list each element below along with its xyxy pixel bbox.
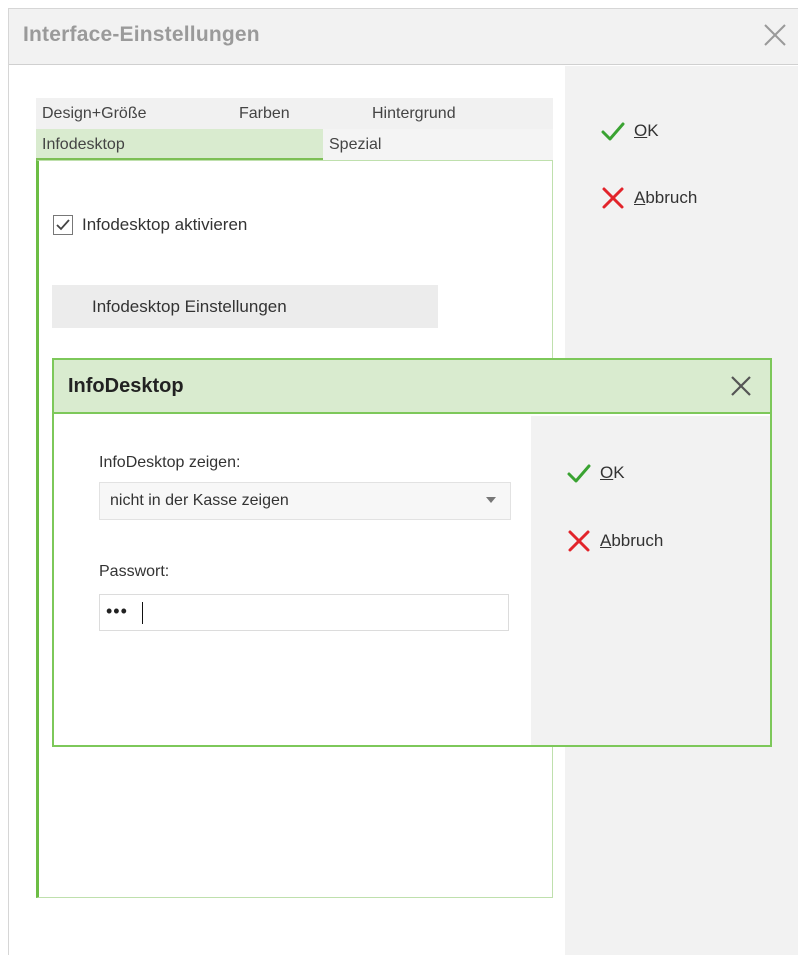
close-icon[interactable] — [761, 21, 789, 49]
dialog-action-sidebar: OK Abbruch — [531, 416, 770, 745]
checkmark-icon — [56, 219, 70, 231]
cancel-label: Abbruch — [634, 188, 698, 207]
cancel-button[interactable]: Abbruch — [600, 185, 697, 211]
cross-icon — [568, 530, 590, 552]
ok-label: OK — [600, 463, 625, 482]
tab-row-2: Infodesktop Spezial — [36, 129, 553, 160]
dialog-title: InfoDesktop — [68, 375, 184, 397]
checkbox-label: Infodesktop aktivieren — [82, 215, 248, 234]
dialog-ok-button[interactable]: OK — [566, 460, 625, 486]
tab-design-groesse[interactable]: Design+Größe — [36, 98, 233, 129]
tab-infodesktop[interactable]: Infodesktop — [36, 129, 323, 160]
dialog-title-bar: InfoDesktop — [54, 360, 770, 414]
password-value: ••• — [106, 601, 128, 621]
show-infodesktop-select[interactable]: nicht in der Kasse zeigen — [99, 482, 511, 520]
text-caret — [142, 602, 143, 624]
cross-icon — [602, 187, 624, 209]
infodesktop-dialog: InfoDesktop InfoDesktop zeigen: nicht in… — [52, 358, 772, 747]
window-title-bar: Interface-Einstellungen — [9, 9, 798, 65]
tab-spezial[interactable]: Spezial — [323, 129, 553, 160]
triangle-down-icon — [486, 497, 496, 503]
ok-button[interactable]: OK — [600, 118, 659, 144]
infodesktop-activate-checkbox[interactable]: Infodesktop aktivieren — [53, 215, 247, 235]
cancel-label: Abbruch — [600, 531, 664, 550]
checkbox[interactable] — [53, 215, 73, 235]
ok-label: OK — [634, 121, 659, 140]
interface-settings-window: Interface-Einstellungen OK Abbruch Desig… — [8, 8, 798, 955]
dialog-cancel-button[interactable]: Abbruch — [566, 528, 663, 554]
tab-hintergrund[interactable]: Hintergrund — [366, 98, 553, 129]
show-infodesktop-label: InfoDesktop zeigen: — [99, 454, 241, 471]
password-field[interactable]: ••• — [99, 594, 509, 631]
window-title: Interface-Einstellungen — [23, 23, 260, 46]
check-icon — [567, 464, 591, 483]
check-icon — [601, 122, 625, 141]
tab-row-1: Design+Größe Farben Hintergrund — [36, 98, 553, 129]
password-label: Passwort: — [99, 563, 170, 580]
select-value: nicht in der Kasse zeigen — [110, 492, 289, 509]
tab-farben[interactable]: Farben — [233, 98, 366, 129]
infodesktop-settings-button[interactable]: Infodesktop Einstellungen — [52, 285, 438, 328]
close-icon[interactable] — [728, 373, 754, 399]
